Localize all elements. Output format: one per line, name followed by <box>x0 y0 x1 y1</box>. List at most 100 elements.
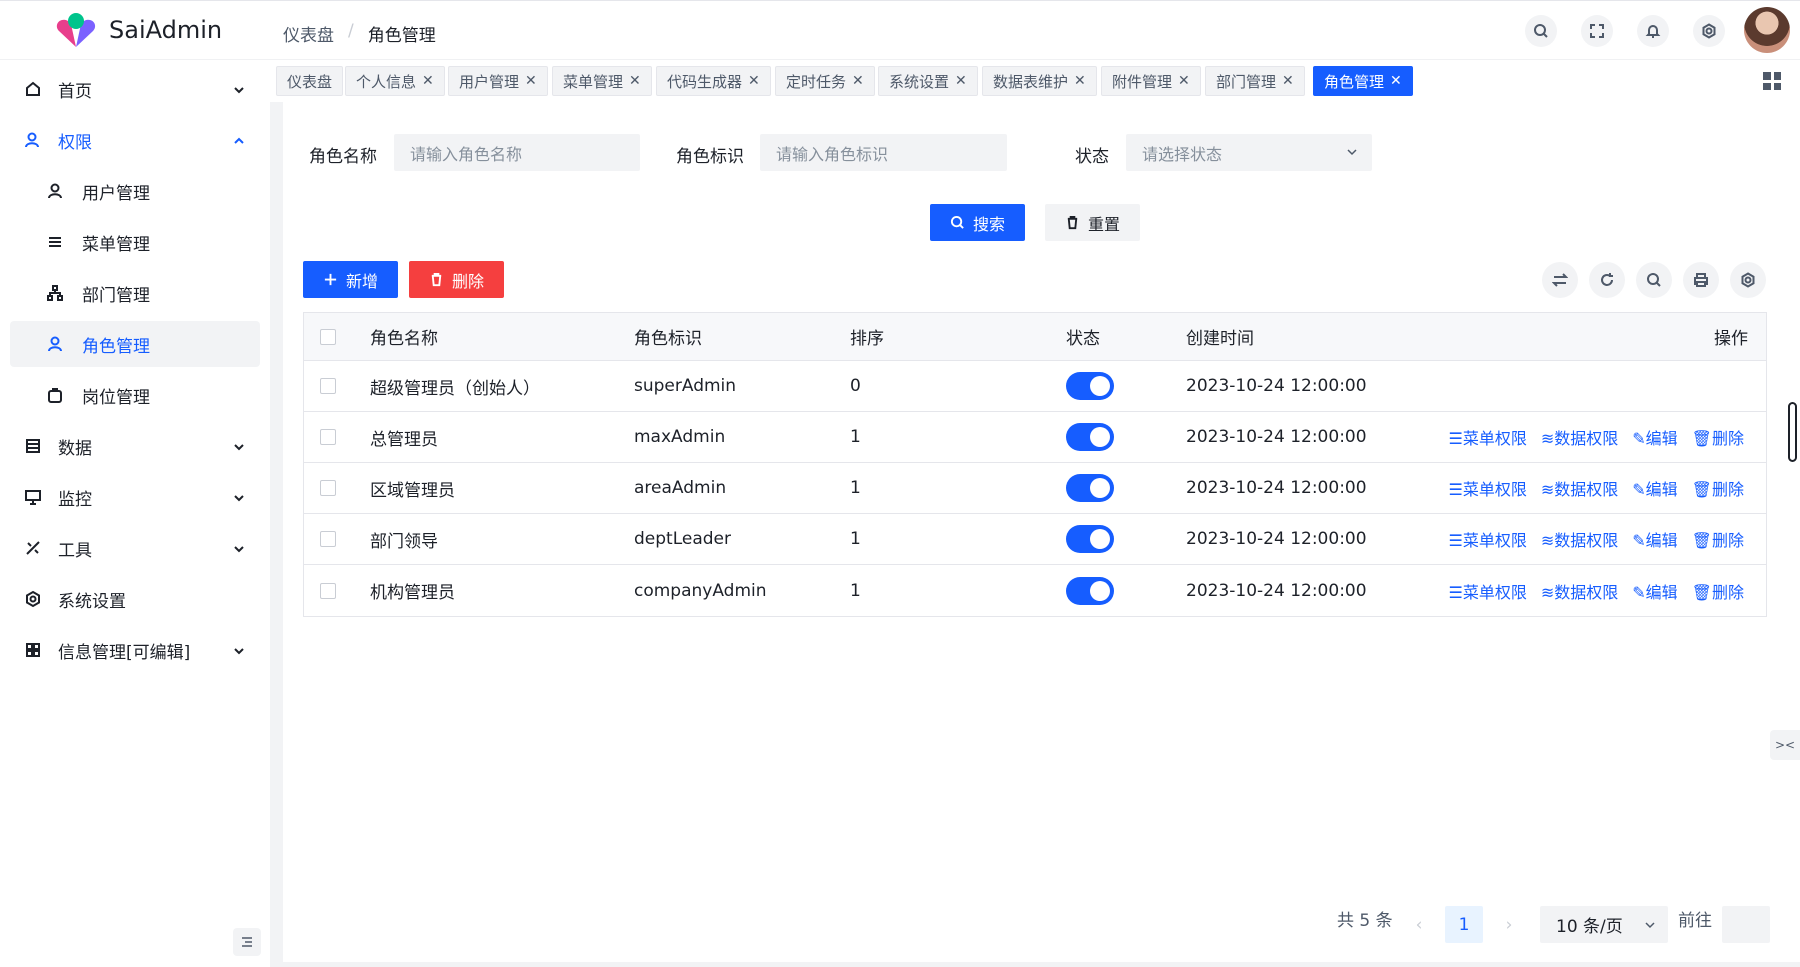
data-permission-link[interactable]: ≋数据权限 <box>1541 425 1618 449</box>
menu-permission-link[interactable]: ☰菜单权限 <box>1448 476 1526 500</box>
edit-link[interactable]: ✎编辑 <box>1632 527 1677 551</box>
prev-page-button[interactable]: ‹ <box>1406 906 1432 943</box>
monitor-icon <box>24 488 42 506</box>
page-number-current[interactable]: 1 <box>1445 906 1483 943</box>
column-settings-button[interactable] <box>1730 262 1766 298</box>
floating-tool-button[interactable]: >< <box>1770 730 1800 760</box>
row-checkbox[interactable] <box>320 378 336 394</box>
reset-button[interactable]: 重置 <box>1045 204 1140 241</box>
data-permission-link[interactable]: ≋数据权限 <box>1541 579 1618 603</box>
sidebar-item-departments[interactable]: 部门管理 <box>10 270 260 316</box>
column-header[interactable]: 角色名称 <box>370 313 438 360</box>
menu-permission-link[interactable]: ☰菜单权限 <box>1448 579 1526 603</box>
role-name-input[interactable]: 请输入角色名称 <box>394 134 640 171</box>
select-all-checkbox[interactable] <box>320 328 336 345</box>
toggle-search-button[interactable] <box>1636 262 1672 298</box>
row-checkbox[interactable] <box>320 429 336 445</box>
column-header[interactable]: 角色标识 <box>634 313 702 360</box>
delete-link[interactable]: 🗑删除 <box>1692 579 1744 603</box>
delete-link[interactable]: 🗑删除 <box>1692 527 1744 551</box>
breadcrumb-separator: / <box>348 21 354 41</box>
page-size-select[interactable]: 10 条/页 <box>1540 906 1668 943</box>
menu-permission-link[interactable]: ☰菜单权限 <box>1448 527 1526 551</box>
close-icon[interactable]: ✕ <box>422 73 434 89</box>
close-icon[interactable]: ✕ <box>1390 73 1402 89</box>
role-code-input[interactable]: 请输入角色标识 <box>760 134 1007 171</box>
tab-tables[interactable]: 数据表维护 ✕ <box>982 66 1097 96</box>
sidebar-item-posts[interactable]: 岗位管理 <box>10 372 260 418</box>
row-checkbox[interactable] <box>320 480 336 496</box>
data-permission-link[interactable]: ≋数据权限 <box>1541 527 1618 551</box>
print-button[interactable] <box>1683 262 1719 298</box>
close-icon[interactable]: ✕ <box>629 73 641 89</box>
tab-departments[interactable]: 部门管理 ✕ <box>1205 66 1305 96</box>
column-header[interactable]: 排序 <box>850 313 884 360</box>
sidebar-item-permission[interactable]: 权限 <box>10 117 260 163</box>
sidebar-item-menus[interactable]: 菜单管理 <box>10 219 260 265</box>
tab-codegen[interactable]: 代码生成器 ✕ <box>656 66 771 96</box>
tab-menus[interactable]: 菜单管理 ✕ <box>552 66 652 96</box>
breadcrumb-item[interactable]: 仪表盘 <box>283 21 334 46</box>
status-switch[interactable] <box>1066 372 1114 400</box>
delete-link[interactable]: 🗑删除 <box>1692 476 1744 500</box>
search-button[interactable]: 搜索 <box>930 204 1025 241</box>
fullscreen-button[interactable] <box>1581 15 1613 47</box>
close-icon[interactable]: ✕ <box>1178 73 1190 89</box>
goto-page-input[interactable] <box>1722 906 1770 943</box>
status-select[interactable]: 请选择状态 <box>1126 134 1372 171</box>
menu-permission-link[interactable]: ☰菜单权限 <box>1448 425 1526 449</box>
settings-button[interactable] <box>1693 15 1725 47</box>
edit-link[interactable]: ✎编辑 <box>1632 425 1677 449</box>
refresh-button[interactable] <box>1589 262 1625 298</box>
created-time-cell: 2023-10-24 12:00:00 <box>1186 580 1367 601</box>
status-switch[interactable] <box>1066 576 1114 605</box>
sidebar-item-monitor[interactable]: 监控 <box>10 474 260 520</box>
sidebar-item-users[interactable]: 用户管理 <box>10 168 260 214</box>
close-icon[interactable]: ✕ <box>525 73 537 89</box>
close-icon[interactable]: ✕ <box>852 73 864 89</box>
delete-link[interactable]: 🗑删除 <box>1692 425 1744 449</box>
status-switch[interactable] <box>1066 474 1114 502</box>
tabs-menu-icon[interactable] <box>1763 72 1781 90</box>
avatar[interactable] <box>1744 7 1790 53</box>
sidebar-item-tools[interactable]: 工具 <box>10 525 260 571</box>
search-button[interactable] <box>1525 15 1557 47</box>
close-icon[interactable]: ✕ <box>748 73 760 89</box>
data-permission-link[interactable]: ≋数据权限 <box>1541 476 1618 500</box>
tab-crontab[interactable]: 定时任务 ✕ <box>775 66 875 96</box>
role-icon <box>46 335 64 353</box>
sidebar-item-info[interactable]: 信息管理[可编辑] <box>10 627 260 673</box>
edit-link[interactable]: ✎编辑 <box>1632 476 1677 500</box>
collapse-sidebar-button[interactable] <box>233 928 261 956</box>
sidebar-item-settings[interactable]: 系统设置 <box>10 576 260 622</box>
notification-button[interactable] <box>1637 15 1669 47</box>
tab-dashboard[interactable]: 仪表盘 <box>276 66 344 96</box>
tab-users[interactable]: 用户管理 ✕ <box>448 66 548 96</box>
tab-settings[interactable]: 系统设置 ✕ <box>878 66 978 96</box>
add-button[interactable]: 新增 <box>303 261 398 298</box>
tab-roles[interactable]: 角色管理 ✕ <box>1313 66 1413 96</box>
close-icon[interactable]: ✕ <box>955 73 967 89</box>
row-checkbox[interactable] <box>320 582 336 599</box>
sidebar-item-home[interactable]: 首页 <box>10 66 260 112</box>
close-icon[interactable]: ✕ <box>1074 73 1086 89</box>
sidebar-item-data[interactable]: 数据 <box>10 423 260 469</box>
role-name-cell: 区域管理员 <box>370 480 455 501</box>
tab-profile[interactable]: 个人信息 ✕ <box>345 66 445 96</box>
status-switch[interactable] <box>1066 525 1114 553</box>
column-header[interactable]: 状态 <box>1066 313 1100 360</box>
row-checkbox[interactable] <box>320 531 336 547</box>
next-page-button[interactable]: › <box>1496 906 1522 943</box>
tab-attachments[interactable]: 附件管理 ✕ <box>1101 66 1201 96</box>
sidebar-item-roles[interactable]: 角色管理 <box>10 321 260 367</box>
table-header: 角色名称 角色标识 排序 状态 创建时间 操作 <box>304 313 1766 361</box>
table-row: 总管理员 maxAdmin 1 2023-10-24 12:00:00 ☰菜单权… <box>304 412 1766 463</box>
column-header[interactable]: 创建时间 <box>1186 313 1254 360</box>
delete-button[interactable]: 删除 <box>409 261 504 298</box>
status-switch[interactable] <box>1066 423 1114 451</box>
close-icon[interactable]: ✕ <box>1282 73 1294 89</box>
edit-link[interactable]: ✎编辑 <box>1632 579 1677 603</box>
scrollbar[interactable] <box>1788 402 1797 462</box>
swap-button[interactable] <box>1542 262 1578 298</box>
roles-table: 角色名称 角色标识 排序 状态 创建时间 操作 超级管理员（创始人） super… <box>303 312 1767 617</box>
